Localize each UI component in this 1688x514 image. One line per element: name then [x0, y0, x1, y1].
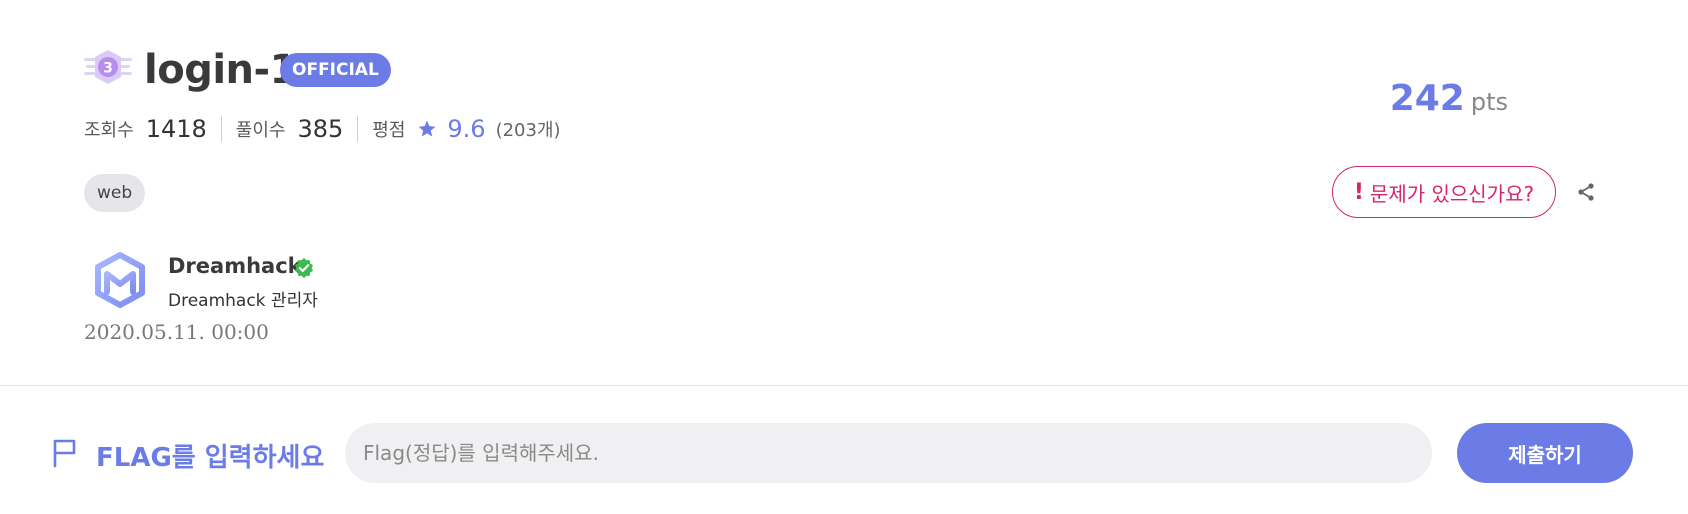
- report-problem-button[interactable]: ! 문제가 있으신가요?: [1332, 166, 1556, 218]
- verified-badge-icon: [295, 257, 313, 279]
- flag-input[interactable]: [345, 423, 1432, 483]
- report-problem-label: 문제가 있으신가요?: [1369, 181, 1535, 206]
- stats-divider: [220, 116, 222, 142]
- rating-count: (203개): [495, 120, 561, 141]
- level-number: 3: [103, 61, 113, 77]
- rating-value: 9.6: [447, 115, 486, 143]
- submit-flag-button[interactable]: 제출하기: [1457, 423, 1633, 483]
- official-badge: OFFICIAL: [280, 53, 391, 87]
- author-name[interactable]: Dreamhack: [168, 254, 302, 278]
- section-divider: [0, 385, 1688, 386]
- solves-label: 풀이수: [235, 120, 286, 141]
- points-unit: pts: [1470, 88, 1508, 116]
- level-badge-icon: 3: [84, 50, 132, 84]
- views-label: 조회수: [84, 120, 134, 141]
- views-count: 1418: [145, 115, 207, 143]
- rating-label: 평점: [372, 120, 406, 141]
- challenge-stats: 조회수 1418 풀이수 385 평점 9.6 (203개): [84, 114, 561, 144]
- publish-date: 2020.05.11. 00:00: [84, 320, 269, 344]
- star-icon: [419, 120, 436, 137]
- share-icon[interactable]: [1574, 180, 1598, 204]
- author-role: Dreamhack 관리자: [168, 291, 318, 311]
- dreamhack-logo-icon[interactable]: [92, 252, 148, 308]
- challenge-points: 242 pts: [1390, 78, 1508, 119]
- solves-count: 385: [297, 115, 344, 143]
- flag-icon: [53, 439, 76, 468]
- challenge-title: login-1: [144, 47, 297, 93]
- stats-divider: [357, 116, 359, 142]
- flag-section-label: FLAG를 입력하세요: [96, 443, 325, 473]
- category-tag[interactable]: web: [84, 174, 146, 212]
- exclamation-icon: !: [1353, 179, 1364, 205]
- points-value: 242: [1389, 78, 1465, 119]
